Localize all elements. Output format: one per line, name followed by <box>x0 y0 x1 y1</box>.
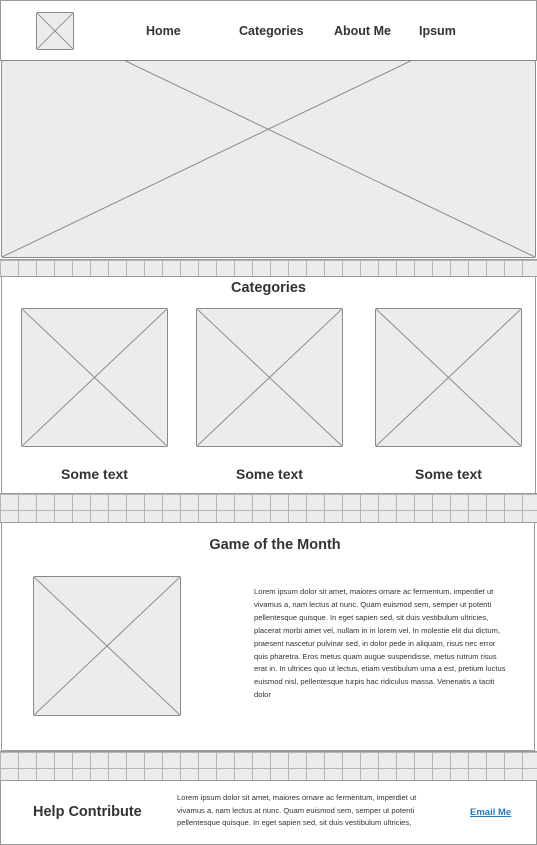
game-description: Lorem ipsum dolor sit amet, maiores orna… <box>254 587 506 700</box>
footer-title: Help Contribute <box>33 804 142 820</box>
nav-ipsum[interactable]: Ipsum <box>419 24 456 38</box>
category-card-image-icon[interactable] <box>21 308 168 447</box>
grid-divider <box>0 493 537 523</box>
category-card-image-icon[interactable] <box>375 308 522 447</box>
footer-description: Lorem ipsum dolor sit amet, maiores orna… <box>177 793 417 827</box>
logo-image-placeholder-icon[interactable] <box>36 12 74 50</box>
categories-title: Categories <box>231 280 306 296</box>
category-caption: Some text <box>415 466 482 482</box>
nav-home[interactable]: Home <box>146 24 181 38</box>
grid-divider <box>0 751 537 781</box>
nav-about-me[interactable]: About Me <box>334 24 391 38</box>
category-card-image-icon[interactable] <box>196 308 343 447</box>
nav-categories[interactable]: Categories <box>239 24 304 38</box>
footer: Help Contribute Lorem ipsum dolor sit am… <box>0 780 537 845</box>
category-caption: Some text <box>236 466 303 482</box>
email-me-link[interactable]: Email Me <box>470 807 511 818</box>
game-image-placeholder-icon[interactable] <box>33 576 181 716</box>
categories-section: Categories Some text Some text Some text <box>1 276 536 493</box>
category-caption: Some text <box>61 466 128 482</box>
game-of-month-section: Game of the Month Lorem ipsum dolor sit … <box>1 522 535 751</box>
hero-image-placeholder-icon <box>1 60 536 258</box>
header: Home Categories About Me Ipsum <box>0 0 537 61</box>
grid-divider <box>0 259 537 277</box>
game-of-month-title: Game of the Month <box>209 537 341 553</box>
